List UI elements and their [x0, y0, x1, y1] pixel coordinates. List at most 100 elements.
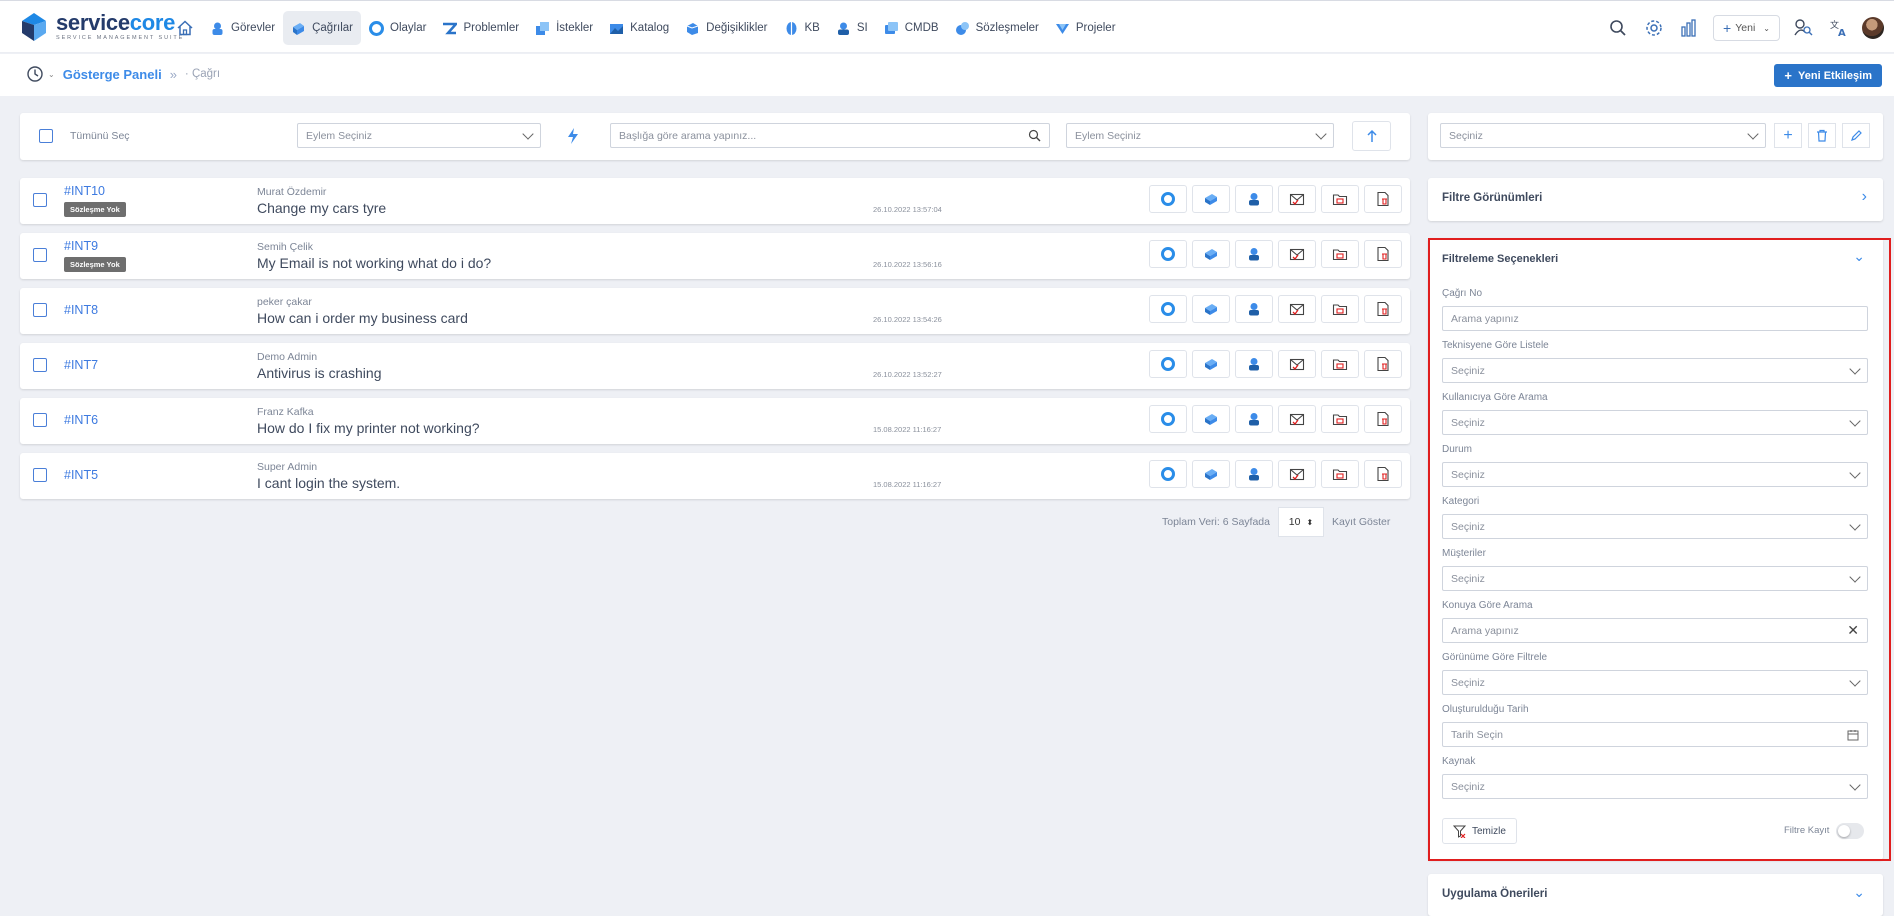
filter-select[interactable]: Seçiniz	[1442, 774, 1868, 799]
row-subject[interactable]: I cant login the system.	[257, 475, 400, 491]
delete-button[interactable]	[1364, 185, 1402, 213]
nav-tasks[interactable]: Görevler	[202, 11, 283, 45]
archive-button[interactable]	[1321, 240, 1359, 268]
call-id[interactable]: #INT8	[64, 303, 98, 317]
table-row[interactable]: #INT7 Demo Admin Antivirus is crashing 26.1…	[20, 343, 1410, 389]
row-checkbox[interactable]	[33, 358, 47, 372]
assign-user-button[interactable]	[1235, 295, 1273, 323]
delete-button[interactable]	[1364, 240, 1402, 268]
select-all-label[interactable]: Tümünü Seç	[70, 130, 130, 142]
close-icon[interactable]: ✕	[1847, 622, 1859, 639]
table-row[interactable]: #INT9 Sözleşme Yok Semih Çelik My Email is …	[20, 233, 1410, 279]
language-button[interactable]: 文A	[1826, 15, 1852, 41]
brand-logo[interactable]: servicecore SERVICE MANAGEMENT SUITE	[18, 10, 184, 44]
action-select[interactable]: Eylem Seçiniz	[297, 123, 541, 148]
send-mail-button[interactable]	[1278, 240, 1316, 268]
nav-changes[interactable]: Değişiklikler	[677, 11, 775, 45]
convert-incident-button[interactable]	[1149, 405, 1187, 433]
home-button[interactable]	[176, 11, 202, 45]
nav-calls[interactable]: Çağrılar	[283, 11, 362, 45]
filter-select[interactable]: Seçiniz	[1442, 462, 1868, 487]
new-interaction-button[interactable]: + Yeni Etkileşim	[1774, 64, 1882, 87]
select-all-checkbox[interactable]	[39, 129, 53, 143]
convert-request-button[interactable]	[1192, 350, 1230, 378]
title-search-input[interactable]: Başlığa göre arama yapınız...	[610, 123, 1050, 148]
filter-select[interactable]: Seçiniz	[1442, 566, 1868, 591]
row-checkbox[interactable]	[33, 468, 47, 482]
nav-contracts[interactable]: Sözleşmeler	[947, 11, 1047, 45]
chevron-down-icon[interactable]: ⌄	[1853, 248, 1865, 265]
table-row[interactable]: #INT10 Sözleşme Yok Murat Özdemir Change my…	[20, 178, 1410, 224]
call-id[interactable]: #INT9	[64, 239, 98, 253]
table-row[interactable]: #INT5 Super Admin I cant login the system.…	[20, 453, 1410, 499]
settings-button[interactable]	[1641, 15, 1667, 41]
row-checkbox[interactable]	[33, 248, 47, 262]
call-id[interactable]: #INT5	[64, 468, 98, 482]
convert-incident-button[interactable]	[1149, 185, 1187, 213]
convert-request-button[interactable]	[1192, 295, 1230, 323]
send-mail-button[interactable]	[1278, 460, 1316, 488]
delete-button[interactable]	[1364, 405, 1402, 433]
row-subject[interactable]: Change my cars tyre	[257, 200, 386, 216]
row-checkbox[interactable]	[33, 413, 47, 427]
view-select[interactable]: Seçiniz	[1440, 123, 1766, 148]
filter-views-panel[interactable]: Filtre Görünümleri ›	[1428, 178, 1883, 221]
nav-projects[interactable]: Projeler	[1047, 11, 1124, 45]
users-button[interactable]	[1790, 15, 1816, 41]
chevron-down-icon[interactable]: ⌄	[48, 70, 55, 79]
convert-incident-button[interactable]	[1149, 350, 1187, 378]
sort-up-button[interactable]	[1352, 121, 1391, 151]
assign-user-button[interactable]	[1235, 185, 1273, 213]
filter-select[interactable]: Seçiniz	[1442, 358, 1868, 383]
assign-user-button[interactable]	[1235, 240, 1273, 268]
convert-request-button[interactable]	[1192, 240, 1230, 268]
row-checkbox[interactable]	[33, 193, 47, 207]
convert-incident-button[interactable]	[1149, 295, 1187, 323]
calendar-icon[interactable]	[1847, 729, 1859, 741]
filter-input[interactable]: Arama yapınız	[1442, 306, 1868, 331]
nav-problems[interactable]: Problemler	[434, 11, 527, 45]
send-mail-button[interactable]	[1278, 185, 1316, 213]
send-mail-button[interactable]	[1278, 350, 1316, 378]
send-mail-button[interactable]	[1278, 295, 1316, 323]
convert-request-button[interactable]	[1192, 460, 1230, 488]
row-subject[interactable]: Antivirus is crashing	[257, 365, 382, 381]
suggestions-panel[interactable]: Uygulama Önerileri ⌄	[1428, 874, 1883, 916]
lightning-icon[interactable]	[566, 127, 580, 145]
delete-view-button[interactable]	[1808, 123, 1836, 148]
archive-button[interactable]	[1321, 185, 1359, 213]
call-id[interactable]: #INT7	[64, 358, 98, 372]
call-id[interactable]: #INT10	[64, 184, 105, 198]
reports-button[interactable]	[1677, 15, 1703, 41]
history-icon[interactable]	[26, 65, 44, 83]
new-dropdown-button[interactable]: + Yeni ⌄	[1713, 15, 1780, 41]
assign-user-button[interactable]	[1235, 405, 1273, 433]
archive-button[interactable]	[1321, 295, 1359, 323]
assign-user-button[interactable]	[1235, 460, 1273, 488]
delete-button[interactable]	[1364, 295, 1402, 323]
nav-si[interactable]: SI	[828, 11, 876, 45]
nav-cmdb[interactable]: CMDB	[876, 11, 947, 45]
save-filter-toggle[interactable]	[1836, 823, 1864, 839]
convert-request-button[interactable]	[1192, 185, 1230, 213]
search-button[interactable]	[1605, 15, 1631, 41]
table-row[interactable]: #INT8 peker çakar How can i order my busin…	[20, 288, 1410, 334]
row-subject[interactable]: My Email is not working what do i do?	[257, 255, 491, 271]
filter-input[interactable]: Arama yapınız ✕	[1442, 618, 1868, 643]
call-id[interactable]: #INT6	[64, 413, 98, 427]
nav-kb[interactable]: KB	[776, 11, 828, 45]
convert-request-button[interactable]	[1192, 405, 1230, 433]
row-checkbox[interactable]	[33, 303, 47, 317]
action-select-2[interactable]: Eylem Seçiniz	[1066, 123, 1334, 148]
delete-button[interactable]	[1364, 460, 1402, 488]
filter-select[interactable]: Seçiniz	[1442, 670, 1868, 695]
add-view-button[interactable]: +	[1774, 123, 1802, 148]
nav-catalog[interactable]: Katalog	[601, 11, 677, 45]
archive-button[interactable]	[1321, 405, 1359, 433]
filter-select[interactable]: Seçiniz	[1442, 514, 1868, 539]
row-subject[interactable]: How do I fix my printer not working?	[257, 420, 480, 436]
delete-button[interactable]	[1364, 350, 1402, 378]
send-mail-button[interactable]	[1278, 405, 1316, 433]
edit-view-button[interactable]	[1842, 123, 1870, 148]
page-size-select[interactable]: 10 ⬍	[1277, 507, 1324, 537]
